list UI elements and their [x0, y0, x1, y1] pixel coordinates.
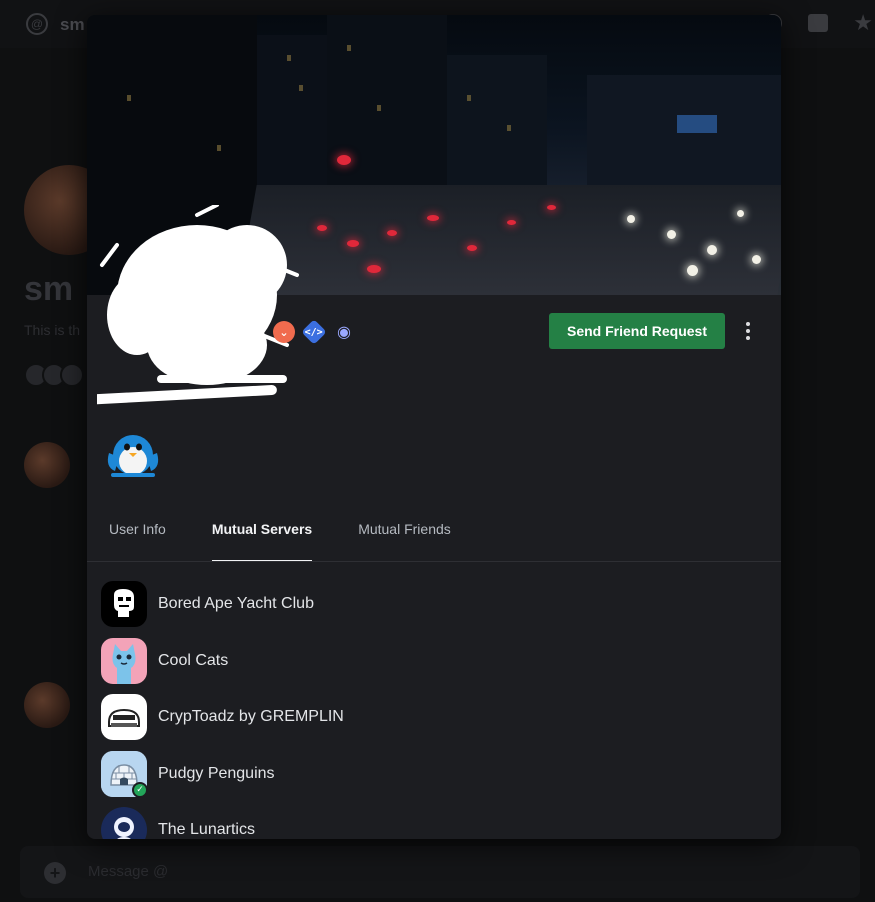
lunartics-icon — [101, 807, 147, 839]
banner-head-light — [687, 265, 698, 276]
penguin-icon — [107, 435, 159, 477]
server-name: The Lunartics — [158, 821, 255, 839]
server-name: CrypToadz by GREMPLIN — [158, 708, 344, 726]
lunartics-astronaut-icon — [103, 809, 145, 839]
banner-building — [327, 15, 447, 195]
mutual-server-item[interactable]: Bored Ape Yacht Club — [101, 576, 761, 633]
background-description: This is th — [24, 322, 81, 338]
server-name: Cool Cats — [158, 651, 229, 669]
verified-check-icon: ✓ — [132, 781, 148, 798]
background-mutual-avatars — [24, 363, 84, 392]
profile-badges: ⌄ </> ◉ — [273, 319, 355, 345]
redaction-scribble — [97, 205, 299, 405]
banner-window — [299, 85, 303, 91]
background-composer-placeholder: Message @ — [88, 863, 169, 880]
banner-window — [467, 95, 471, 101]
banner-head-light — [667, 230, 676, 239]
banner-sign — [677, 115, 717, 133]
tab-mutual-friends[interactable]: Mutual Friends — [358, 518, 451, 562]
banner-tail-light — [367, 265, 381, 273]
banner-window — [287, 55, 291, 61]
mutual-server-item[interactable]: CrypToadz by GREMPLIN — [101, 689, 761, 746]
banner-head-light — [707, 245, 717, 255]
background-channel-name: sm — [60, 15, 85, 34]
nitro-icon[interactable]: ◉ — [333, 321, 355, 343]
tab-mutual-servers[interactable]: Mutual Servers — [211, 518, 313, 562]
banner-building — [447, 55, 547, 205]
nitro-glyph: ◉ — [337, 324, 351, 341]
cool-cats-icon — [101, 637, 147, 684]
screen: @ sm ★ sm This is th + Message @ ⌄ </> ◉… — [0, 0, 875, 902]
bayc-ape-icon — [114, 589, 134, 618]
video-call-icon — [808, 14, 828, 32]
hypesquad-glyph: ⌄ — [279, 326, 289, 339]
background-title: sm — [24, 270, 74, 308]
banner-tail-light — [317, 225, 327, 231]
background-message-composer: + Message @ — [20, 846, 860, 898]
mutual-servers-list: Bored Ape Yacht Club Cool Cats CrypToadz… — [101, 576, 761, 839]
banner-head-light — [627, 215, 635, 223]
banner-head-light — [737, 210, 744, 217]
banner-tail-light — [427, 215, 439, 221]
tab-user-info[interactable]: User Info — [109, 518, 166, 562]
user-profile-modal: ⌄ </> ◉ Send Friend Request User Info Mu… — [87, 15, 781, 839]
banner-tail-light — [467, 245, 477, 251]
active-developer-glyph: </> — [304, 326, 324, 338]
banner-window — [127, 95, 131, 101]
cool-cats-cat-icon — [112, 643, 136, 684]
star-icon: ★ — [853, 10, 873, 35]
active-developer-icon[interactable]: </> — [301, 319, 327, 345]
background-mutual-avatar — [60, 363, 84, 387]
mutual-server-item[interactable]: ✓ Pudgy Penguins — [101, 746, 761, 803]
banner-tail-light — [347, 240, 359, 247]
banner-tail-light — [337, 155, 351, 165]
hypesquad-icon[interactable]: ⌄ — [273, 321, 295, 343]
banner-window — [507, 125, 511, 131]
banner-window — [217, 145, 221, 151]
pudgy-penguins-icon: ✓ — [101, 750, 148, 798]
banner-window — [377, 105, 381, 111]
more-options-icon[interactable] — [739, 317, 757, 345]
profile-tabs: User Info Mutual Servers Mutual Friends — [109, 518, 497, 562]
cryptoadz-toad-icon — [108, 709, 140, 728]
send-friend-request-button[interactable]: Send Friend Request — [549, 313, 725, 349]
banner-tail-light — [547, 205, 556, 210]
plus-icon: + — [44, 862, 66, 884]
background-message-avatar — [24, 682, 70, 728]
at-icon: @ — [26, 13, 48, 35]
server-name: Bored Ape Yacht Club — [158, 595, 314, 613]
bayc-icon — [101, 581, 147, 628]
mutual-server-item[interactable]: Cool Cats — [101, 633, 761, 690]
server-name: Pudgy Penguins — [158, 764, 275, 782]
tabs-divider — [87, 561, 781, 562]
banner-tail-light — [507, 220, 516, 225]
mutual-server-item[interactable]: The Lunartics — [101, 802, 761, 839]
banner-tail-light — [387, 230, 397, 236]
banner-road — [237, 185, 781, 295]
cryptoadz-icon — [101, 694, 147, 741]
banner-window — [347, 45, 351, 51]
banner-head-light — [752, 255, 761, 264]
background-message-avatar — [24, 442, 70, 488]
